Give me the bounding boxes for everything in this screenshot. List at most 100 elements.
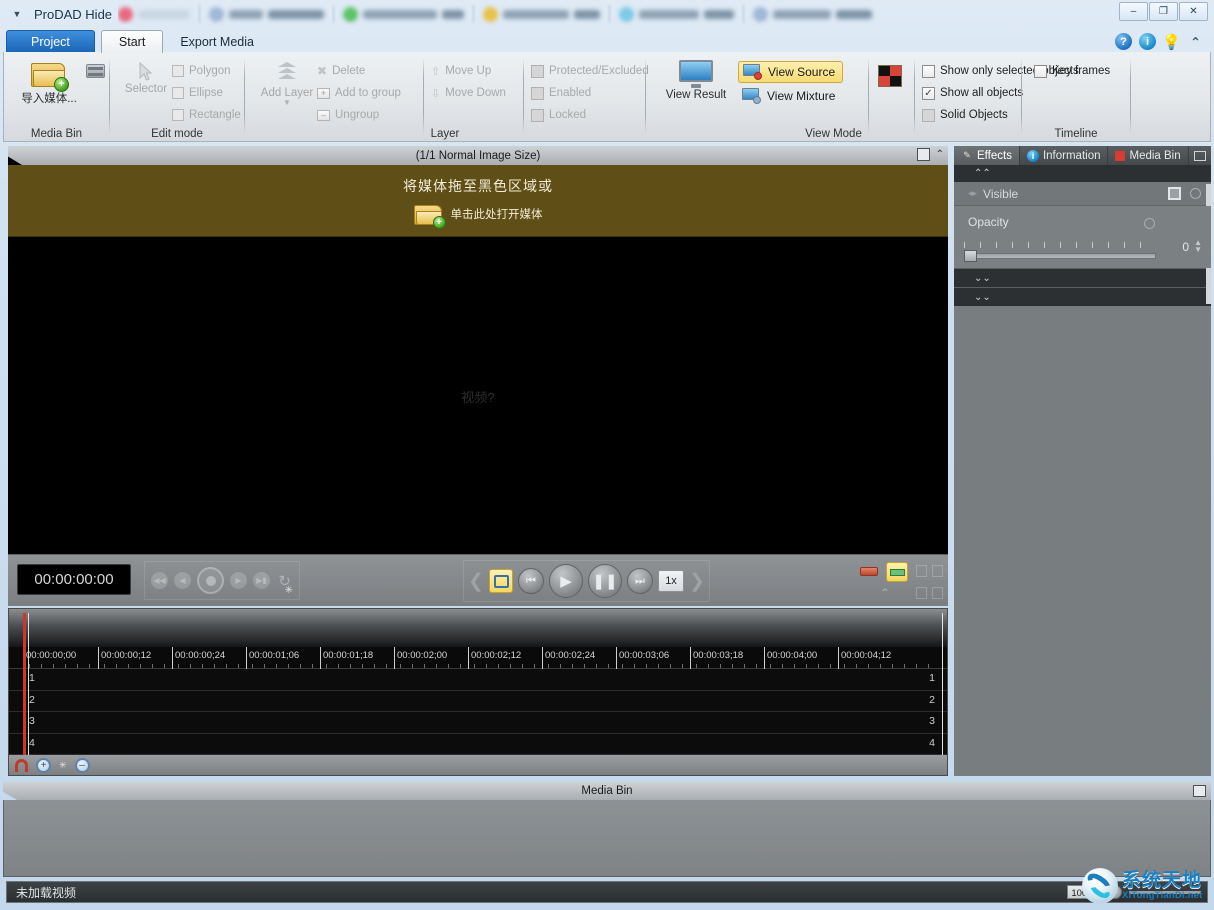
mark-out-button[interactable]	[886, 562, 908, 582]
opacity-slider-thumb[interactable]	[964, 250, 977, 262]
opacity-spinner[interactable]: ▲ ▼	[1194, 239, 1202, 254]
visible-checkbox[interactable]	[1168, 187, 1181, 200]
view-result-button[interactable]: View Result	[660, 60, 732, 101]
shape-rectangle-option[interactable]: Rectangle	[172, 104, 241, 126]
ungroup-button[interactable]: – Ungroup	[317, 104, 417, 126]
keyframe-nav-icon[interactable]: ◂▸	[968, 188, 977, 199]
checkerboard-button[interactable]	[878, 65, 902, 87]
add-layer-dropdown-icon[interactable]: ▼	[283, 98, 291, 107]
tab-media-bin[interactable]: Media Bin	[1108, 146, 1189, 165]
property-visible-row[interactable]: ◂▸ Visible	[954, 182, 1211, 206]
skip-next-button[interactable]: ⏭	[627, 568, 653, 594]
timecode-display[interactable]: 00:00:00:00	[17, 564, 131, 595]
effects-collapse-header[interactable]: ⌃⌃	[954, 165, 1211, 182]
media-browser-icon[interactable]	[86, 64, 105, 78]
timeline-tracks[interactable]: 1 1 2 2 3 3 4 4	[9, 669, 947, 755]
opacity-keyframe-clock-icon[interactable]	[1144, 218, 1155, 229]
tab-media-bin-label: Media Bin	[1129, 149, 1181, 162]
edit-mode-shape-list: Polygon Ellipse Rectangle	[172, 60, 241, 126]
checkerboard-icon	[878, 65, 902, 87]
scroll-right-icon[interactable]: ❯	[689, 570, 705, 593]
add-to-group-button[interactable]: + Add to group	[317, 82, 417, 104]
video-canvas[interactable]: 视频?	[8, 237, 948, 555]
media-bin-float-button[interactable]	[1193, 785, 1206, 797]
jog-step-back-button[interactable]: ◀	[174, 572, 191, 589]
trim-left-alt-icon[interactable]	[916, 587, 927, 599]
opacity-slider-track[interactable]	[964, 253, 1156, 259]
delete-layer-button[interactable]: ✖ Delete	[317, 60, 417, 82]
import-media-button[interactable]: + 导入媒体...	[18, 60, 80, 106]
collapsed-section-1[interactable]: ⌄⌄	[954, 268, 1211, 287]
viewer-float-button[interactable]	[916, 148, 930, 161]
jog-start-button[interactable]: ◀◀	[151, 572, 168, 589]
trim-left-icon[interactable]	[916, 565, 927, 577]
track-row[interactable]: 3 3	[9, 712, 947, 734]
shape-polygon-option[interactable]: Polygon	[172, 60, 241, 82]
blur-bar	[442, 9, 464, 19]
tip-bulb-icon[interactable]: 💡	[1162, 33, 1181, 51]
collapse-ribbon-icon[interactable]: ⌃	[1187, 33, 1204, 50]
trim-right-alt-icon[interactable]	[932, 587, 943, 599]
jog-end-button[interactable]: ▶▮	[253, 572, 270, 589]
opacity-value[interactable]: 0	[1182, 240, 1189, 254]
media-dropzone[interactable]: 将媒体拖至黑色区域或 + 单击此处打开媒体	[8, 165, 948, 237]
timeline-settings-icon[interactable]: ✳	[59, 760, 67, 771]
track-row[interactable]: 1 1	[9, 669, 947, 691]
tab-effects[interactable]: ✎ Effects	[954, 146, 1020, 165]
selector-tool-button[interactable]: Selector	[118, 62, 174, 95]
layer-actions-col2: ⇧ Move Up ⇩ Move Down	[431, 60, 531, 104]
close-button[interactable]: ✕	[1179, 2, 1208, 21]
track-row[interactable]: 4 4	[9, 734, 947, 755]
viewer-collapse-icon[interactable]: ⌃	[936, 149, 944, 160]
monitor-mixture-icon	[742, 88, 761, 104]
blur-bar	[229, 9, 263, 19]
viewer-header-buttons: ⌃	[916, 148, 944, 161]
track-number-left: 2	[29, 693, 35, 706]
jog-dial-button[interactable]	[197, 567, 224, 594]
track-number-right: 4	[929, 736, 935, 749]
shape-ellipse-option[interactable]: Ellipse	[172, 82, 241, 104]
timeline-ruler[interactable]: 00:00:00;00 00:00:00;12 00:00:00;24 00:0…	[9, 647, 947, 669]
skip-previous-button[interactable]: ⏮	[518, 568, 544, 594]
scroll-left-icon[interactable]: ❮	[468, 570, 484, 593]
move-down-button[interactable]: ⇩ Move Down	[431, 82, 531, 104]
info-icon[interactable]: i	[1139, 33, 1156, 50]
minimize-button[interactable]: –	[1119, 2, 1148, 21]
tab-start[interactable]: Start	[100, 30, 164, 53]
restore-button[interactable]: ❐	[1149, 2, 1178, 21]
track-row[interactable]: 2 2	[9, 691, 947, 712]
view-mixture-button[interactable]: View Mixture	[738, 86, 843, 106]
timeline-panel[interactable]: 00:00:00;00 00:00:00;12 00:00:00;24 00:0…	[8, 608, 948, 776]
tab-export-media[interactable]: Export Media	[163, 31, 271, 53]
quick-access-dropdown-icon[interactable]: ▼	[6, 3, 28, 25]
keyframe-clock-icon[interactable]	[1190, 188, 1201, 199]
dropzone-open-row[interactable]: + 单击此处打开媒体	[413, 202, 543, 229]
magnet-snap-icon[interactable]	[15, 758, 28, 772]
playback-speed-button[interactable]: 1x	[658, 570, 684, 592]
media-bin-content[interactable]	[3, 800, 1211, 877]
help-icon[interactable]: ?	[1115, 33, 1132, 50]
zoom-in-icon[interactable]: +	[36, 757, 51, 773]
playhead[interactable]	[23, 613, 26, 755]
play-button[interactable]: ▶	[549, 564, 583, 598]
add-layer-button[interactable]: Add Layer ▼	[257, 62, 317, 107]
jog-settings-icon[interactable]: ✳	[285, 585, 293, 596]
trim-right-icon[interactable]	[932, 565, 943, 577]
move-up-button[interactable]: ⇧ Move Up	[431, 60, 531, 82]
zoom-out-icon[interactable]: –	[74, 757, 90, 773]
opacity-slider[interactable]	[964, 242, 1156, 264]
jog-step-forward-button[interactable]: ▶	[230, 572, 247, 589]
ruler-label: 00:00:04;00	[767, 650, 818, 661]
transport-bar: 00:00:00:00 ◀◀ ◀ ▶ ▶▮ ↻ ✳ ❮ ⏮ ▶ ❚❚ ⏭ 1x …	[8, 554, 948, 606]
mark-in-icon[interactable]	[860, 567, 878, 576]
loop-button[interactable]	[489, 569, 513, 593]
pause-button[interactable]: ❚❚	[588, 564, 622, 598]
tab-project[interactable]: Project	[6, 30, 95, 53]
tab-information[interactable]: i Information	[1020, 146, 1109, 165]
collapsed-section-2[interactable]: ⌄⌄	[954, 287, 1211, 306]
view-source-button[interactable]: View Source	[738, 61, 844, 83]
chevron-up-double-icon: ⌃⌃	[974, 168, 991, 179]
expand-caret-icon[interactable]: ⌃	[880, 586, 890, 600]
right-panel-float-button[interactable]	[1189, 146, 1211, 165]
key-frames-checkbox[interactable]: Key frames	[1034, 60, 1110, 82]
